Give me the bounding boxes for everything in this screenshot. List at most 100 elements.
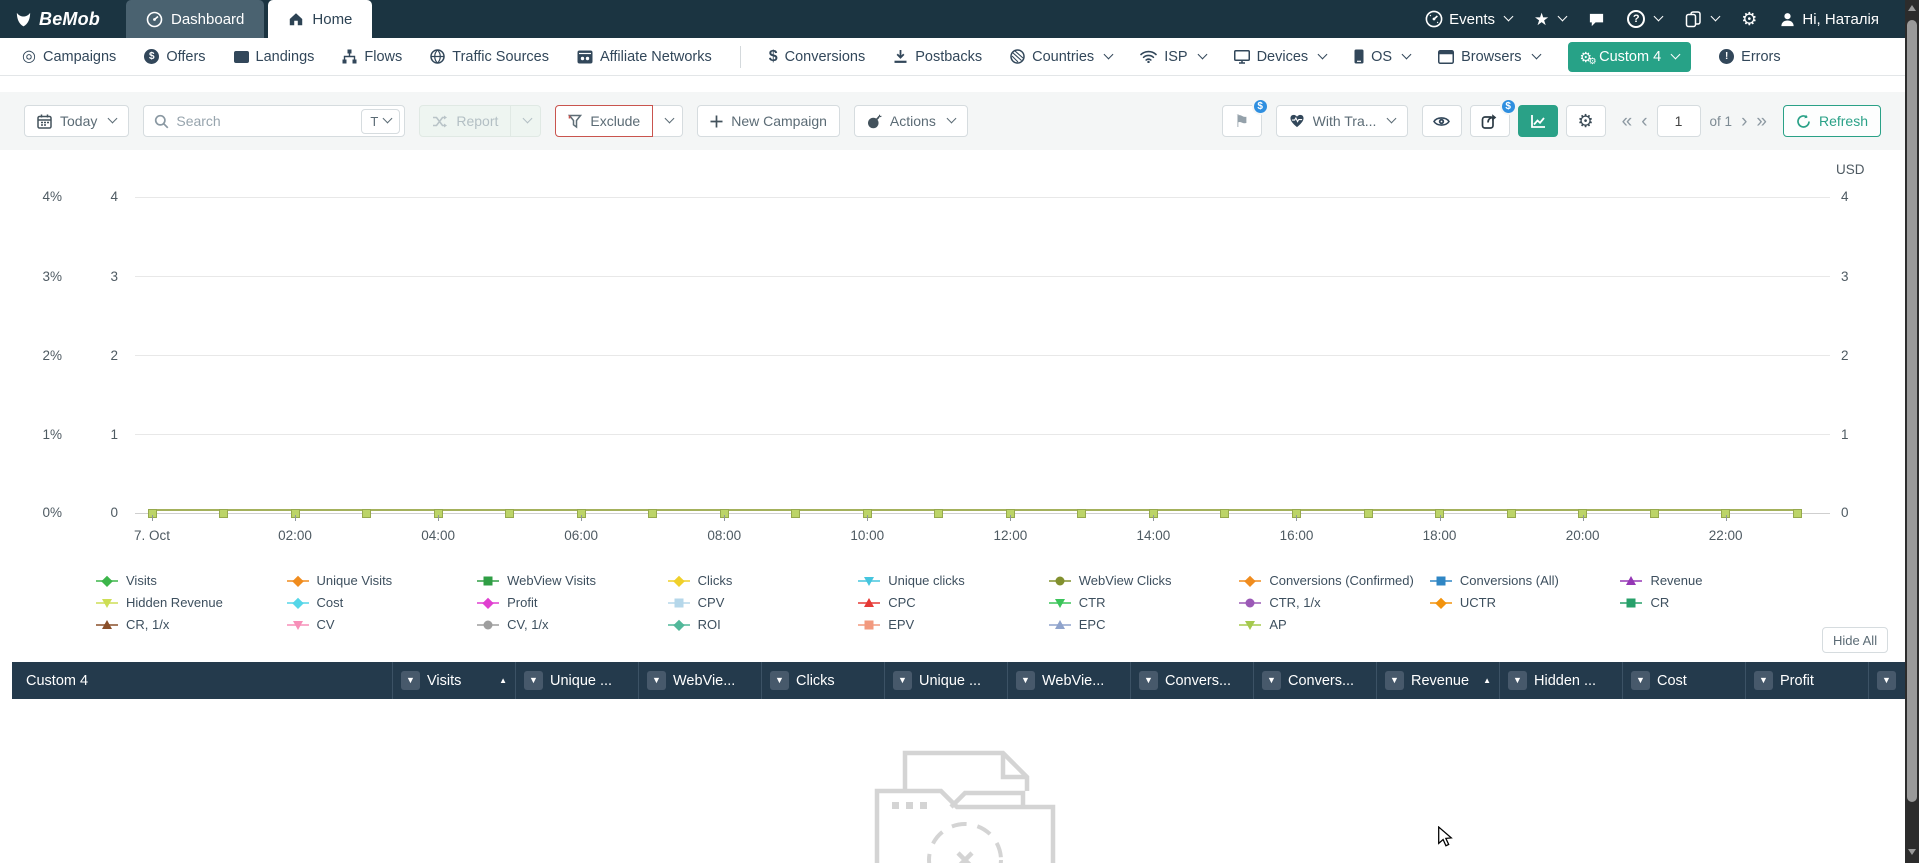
table-column-header[interactable]: ▼ Unique ... ▲ xyxy=(515,662,638,699)
actions-button[interactable]: Actions xyxy=(853,105,968,137)
search-input[interactable] xyxy=(176,113,355,129)
legend-item[interactable]: CR xyxy=(1620,594,1811,611)
next-page-button[interactable]: › xyxy=(1741,112,1747,131)
filter-icon[interactable]: ▼ xyxy=(893,671,912,690)
chart-toggle-button[interactable] xyxy=(1517,105,1558,137)
nav-postbacks[interactable]: Postbacks xyxy=(893,49,982,65)
vertical-scrollbar[interactable] xyxy=(1905,0,1919,863)
legend-item[interactable]: Hidden Revenue xyxy=(96,594,287,611)
filter-icon[interactable]: ▼ xyxy=(1262,671,1281,690)
exclude-button[interactable]: Exclude xyxy=(555,105,654,137)
user-menu[interactable]: Hi, Наталія xyxy=(1779,11,1879,28)
table-column-header[interactable]: ▼ Convers... ▲ xyxy=(1130,662,1253,699)
legend-item[interactable]: Cost xyxy=(286,594,478,611)
scrollbar-thumb[interactable] xyxy=(1907,20,1917,802)
nav-isp[interactable]: ISP xyxy=(1140,49,1208,65)
refresh-button[interactable]: Refresh xyxy=(1782,105,1881,137)
filter-icon[interactable]: ▼ xyxy=(647,671,666,690)
bemob-logo[interactable]: BeMob xyxy=(0,0,118,38)
nav-offers[interactable]: $ Offers xyxy=(144,49,206,65)
table-column-header[interactable]: ▼ Hidden ... ▲ xyxy=(1499,662,1622,699)
legend-item[interactable]: Conversions (Confirmed) xyxy=(1239,572,1430,589)
legend-item[interactable]: Clicks xyxy=(667,572,859,589)
filter-icon[interactable]: ▼ xyxy=(1754,671,1773,690)
legend-item[interactable]: Visits xyxy=(96,572,287,589)
report-dropdown-button[interactable] xyxy=(511,105,542,137)
legend-item[interactable]: EPC xyxy=(1048,616,1240,633)
prev-page-button[interactable]: ‹ xyxy=(1641,112,1647,131)
table-column-header[interactable]: ▼ WebVie... ▲ xyxy=(638,662,761,699)
table-settings-button[interactable]: ⚙ xyxy=(1565,105,1606,137)
legend-item[interactable]: CPV xyxy=(667,594,859,611)
filter-icon[interactable]: ▼ xyxy=(1016,671,1035,690)
traffic-filter-dropdown[interactable]: With Tra... xyxy=(1275,105,1408,137)
tab-dashboard[interactable]: Dashboard xyxy=(126,0,265,38)
table-column-header[interactable]: ▼ Visits ▲ xyxy=(392,662,515,699)
nav-affiliate-networks[interactable]: Affiliate Networks xyxy=(577,49,712,65)
legend-item[interactable]: Revenue xyxy=(1620,572,1811,589)
filter-icon[interactable]: ▼ xyxy=(1385,671,1404,690)
visibility-button[interactable] xyxy=(1421,105,1462,137)
legend-item[interactable]: Unique clicks xyxy=(858,572,1049,589)
resources-menu[interactable] xyxy=(1684,10,1721,28)
filter-icon[interactable]: ▼ xyxy=(1139,671,1158,690)
nav-campaigns[interactable]: ◎ Campaigns xyxy=(22,48,116,65)
filter-icon[interactable]: ▼ xyxy=(1508,671,1527,690)
new-campaign-button[interactable]: New Campaign xyxy=(697,105,840,137)
legend-item[interactable]: CV, 1/x xyxy=(477,616,668,633)
table-column-header[interactable]: ▼ WebVie... ▲ xyxy=(1007,662,1130,699)
legend-item[interactable]: CTR, 1/x xyxy=(1239,594,1430,611)
scrollbar-down-arrow-icon[interactable] xyxy=(1908,849,1916,855)
filter-icon[interactable]: ▼ xyxy=(401,671,420,690)
table-first-column-header[interactable]: Custom 4 xyxy=(12,662,392,699)
legend-item[interactable]: EPV xyxy=(858,616,1049,633)
legend-item[interactable]: Profit xyxy=(477,594,668,611)
events-menu[interactable]: Events xyxy=(1425,10,1514,28)
table-column-header[interactable]: ▼ Unique ... ▲ xyxy=(884,662,1007,699)
scrollbar-up-arrow-icon[interactable] xyxy=(1908,5,1916,11)
filter-icon[interactable]: ▼ xyxy=(770,671,789,690)
filter-icon[interactable]: ▼ xyxy=(1877,671,1896,690)
table-column-header[interactable]: ▼ Revenue ▲ xyxy=(1376,662,1499,699)
report-button[interactable]: Report xyxy=(419,105,512,137)
filter-icon[interactable]: ▼ xyxy=(1631,671,1650,690)
legend-item[interactable]: CV xyxy=(286,616,478,633)
chat-button[interactable] xyxy=(1588,11,1605,28)
flag-filter-button[interactable]: ⚑ $ xyxy=(1221,98,1269,137)
favorites-menu[interactable]: ★ xyxy=(1534,11,1568,28)
legend-item[interactable]: CR, 1/x xyxy=(96,616,287,633)
search-type-button[interactable]: T xyxy=(361,108,401,134)
nav-browsers[interactable]: Browsers xyxy=(1438,49,1541,65)
date-range-button[interactable]: Today xyxy=(24,105,130,137)
nav-traffic-sources[interactable]: Traffic Sources xyxy=(430,49,549,65)
share-button[interactable]: $ xyxy=(1469,98,1517,137)
legend-item[interactable]: WebView Visits xyxy=(477,572,668,589)
nav-custom4-button[interactable]: ⚙ ⚙ Custom 4 xyxy=(1567,41,1692,72)
legend-item[interactable]: CTR xyxy=(1048,594,1240,611)
tab-home[interactable]: Home xyxy=(268,0,373,38)
table-column-header[interactable]: ▼ Cost ▲ xyxy=(1622,662,1745,699)
legend-item[interactable]: AP xyxy=(1239,616,1430,633)
settings-button[interactable]: ⚙ xyxy=(1741,10,1757,28)
nav-errors[interactable]: ! Errors xyxy=(1719,49,1781,65)
table-column-header[interactable]: ▼ Convers... ▲ xyxy=(1253,662,1376,699)
filter-icon[interactable]: ▼ xyxy=(524,671,543,690)
legend-item[interactable]: WebView Clicks xyxy=(1048,572,1240,589)
legend-item[interactable]: CPC xyxy=(858,594,1049,611)
last-page-button[interactable]: » xyxy=(1756,112,1767,131)
nav-os[interactable]: OS xyxy=(1354,49,1412,65)
nav-conversions[interactable]: $ Conversions xyxy=(769,48,866,66)
legend-item[interactable]: Unique Visits xyxy=(286,572,478,589)
nav-devices[interactable]: Devices xyxy=(1233,49,1328,65)
table-column-header[interactable]: ▼ Profit ▲ xyxy=(1745,662,1868,699)
help-menu[interactable]: ? xyxy=(1627,10,1664,28)
legend-item[interactable]: ROI xyxy=(667,616,859,633)
exclude-dropdown-button[interactable] xyxy=(653,105,684,137)
nav-flows[interactable]: Flows xyxy=(342,49,402,65)
legend-item[interactable]: UCTR xyxy=(1429,594,1621,611)
legend-item[interactable]: Conversions (All) xyxy=(1429,572,1621,589)
nav-countries[interactable]: Countries xyxy=(1010,49,1114,65)
nav-landings[interactable]: Landings xyxy=(233,49,314,65)
table-column-header[interactable]: ▼ Clicks ▲ xyxy=(761,662,884,699)
page-number-input[interactable] xyxy=(1656,105,1701,137)
